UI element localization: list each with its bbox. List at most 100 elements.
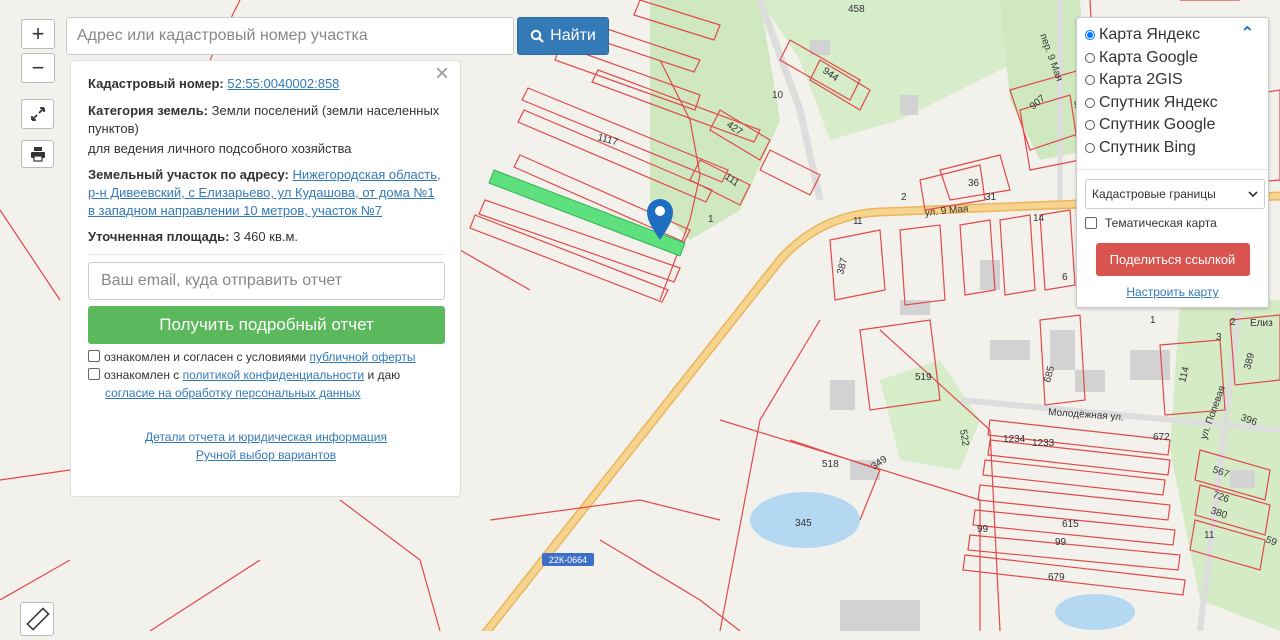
area-label: Уточненная площадь: bbox=[88, 229, 230, 244]
layer-radio[interactable] bbox=[1085, 120, 1095, 131]
thematic-map-label: Тематическая карта bbox=[1105, 216, 1217, 230]
parcel-number: 1 bbox=[708, 214, 714, 225]
offer-consent-row: ознакомлен и согласен с условиями публич… bbox=[88, 348, 444, 366]
privacy-link[interactable]: политикой конфиденциальности bbox=[183, 368, 364, 382]
parcel-number: 3 bbox=[1216, 332, 1222, 343]
details-link[interactable]: Детали отчета и юридическая информация bbox=[145, 430, 387, 444]
layer-option-label: Спутник Яндекс bbox=[1099, 93, 1218, 111]
layer-radio[interactable] bbox=[1085, 52, 1095, 63]
layer-option-label: Карта 2GIS bbox=[1099, 71, 1183, 89]
base-layer-options: Карта Яндекс Карта Google Карта 2GIS Спутни… bbox=[1085, 24, 1260, 159]
offer-text: ознакомлен и согласен с условиями bbox=[104, 350, 307, 364]
layer-option-label: Спутник Bing bbox=[1099, 138, 1196, 156]
layer-radio[interactable] bbox=[1085, 142, 1095, 153]
thematic-map-row: Тематическая карта bbox=[1085, 216, 1260, 230]
share-link-button[interactable]: Поделиться ссылкой bbox=[1095, 243, 1250, 276]
address-label: Земельный участок по адресу: bbox=[88, 167, 289, 182]
category-usage: для ведения личного подсобного хозяйства bbox=[88, 141, 352, 156]
fullscreen-icon bbox=[30, 107, 45, 121]
search-button-label: Найти bbox=[550, 27, 596, 44]
cadastral-number-link[interactable]: 52:55:0040002:858 bbox=[227, 76, 339, 91]
parcel-number: 99 bbox=[1055, 537, 1067, 548]
parcel-number: 679 bbox=[1048, 572, 1065, 583]
offer-checkbox[interactable] bbox=[88, 350, 100, 362]
parcel-number: 387 bbox=[835, 256, 850, 275]
parcel-info-panel: × Кадастровый номер: 52:55:0040002:858 К… bbox=[70, 60, 461, 497]
layer-radio[interactable] bbox=[1085, 97, 1095, 108]
layer-option-label: Спутник Google bbox=[1099, 116, 1216, 134]
configure-map-link[interactable]: Настроить карту bbox=[1085, 285, 1260, 299]
privacy-text: ознакомлен с bbox=[104, 368, 180, 382]
parcel-number: 1 bbox=[1150, 315, 1156, 326]
parcel-number: 2 bbox=[901, 192, 907, 203]
panel-footer-links: Детали отчета и юридическая информация Р… bbox=[88, 428, 444, 464]
layer-option[interactable]: Карта Google bbox=[1085, 47, 1260, 70]
layer-option-label: Карта Google bbox=[1099, 48, 1198, 66]
parcel-number: 99 bbox=[977, 524, 989, 535]
cadastral-label: Кадастровый номер: bbox=[88, 76, 224, 91]
parcel-number: 1 bbox=[853, 216, 859, 227]
parcel-number: 1234 bbox=[1003, 434, 1026, 445]
manual-select-link[interactable]: Ручной выбор вариантов bbox=[196, 448, 336, 462]
parcel-number: 36 bbox=[968, 178, 980, 189]
divider bbox=[1077, 169, 1268, 170]
search-icon bbox=[530, 29, 544, 43]
layer-radio[interactable] bbox=[1085, 75, 1095, 86]
search-button[interactable]: Найти bbox=[517, 17, 609, 55]
parcel-number: 685 bbox=[1042, 364, 1057, 383]
overlay-select[interactable]: Кадастровые границы bbox=[1085, 179, 1265, 209]
parcel-number: 31 bbox=[985, 192, 997, 203]
share-link-label: Поделиться ссылкой bbox=[1109, 252, 1236, 267]
parcel-number: 672 bbox=[1153, 432, 1170, 443]
privacy-consent-row: ознакомлен с политикой конфиденциальност… bbox=[88, 366, 444, 402]
layer-option[interactable]: Карта 2GIS bbox=[1085, 69, 1260, 92]
zoom-in-button[interactable]: + bbox=[21, 19, 55, 49]
thematic-map-checkbox[interactable] bbox=[1085, 217, 1097, 229]
privacy-checkbox[interactable] bbox=[88, 368, 100, 380]
divider bbox=[88, 254, 444, 255]
parcel-number: 345 bbox=[795, 518, 812, 529]
parcel-number: 458 bbox=[848, 4, 865, 15]
parcel-number: 11 bbox=[1204, 530, 1215, 541]
layer-radio[interactable] bbox=[1085, 30, 1095, 41]
pond bbox=[1055, 594, 1135, 630]
parcel-number: 519 bbox=[915, 372, 932, 383]
chevron-up-icon[interactable]: ⌃ bbox=[1241, 23, 1254, 43]
street-label-2: Молодёжная ул. bbox=[1048, 407, 1124, 423]
fullscreen-button[interactable] bbox=[21, 99, 54, 129]
zoom-out-button[interactable]: − bbox=[21, 53, 55, 83]
road-badge-label: 22К-0664 bbox=[549, 555, 587, 565]
parcel-number: 1233 bbox=[1032, 438, 1055, 449]
parcel-number: 6 bbox=[1062, 272, 1068, 283]
get-report-button[interactable]: Получить подробный отчет bbox=[88, 306, 445, 344]
area-value: 3 460 кв.м. bbox=[233, 229, 299, 244]
layer-option[interactable]: Спутник Bing bbox=[1085, 137, 1260, 160]
ruler-icon bbox=[26, 607, 50, 631]
get-report-label: Получить подробный отчет bbox=[159, 315, 374, 334]
category-label: Категория земель: bbox=[88, 103, 209, 118]
print-icon bbox=[30, 147, 45, 162]
chevron-down-icon bbox=[1248, 191, 1258, 198]
search-input[interactable]: Адрес или кадастровый номер участка bbox=[66, 17, 514, 55]
layer-option[interactable]: Спутник Google bbox=[1085, 114, 1260, 137]
parcel-number: 615 bbox=[1062, 519, 1079, 530]
layer-option[interactable]: Спутник Яндекс bbox=[1085, 92, 1260, 115]
close-icon[interactable]: × bbox=[435, 62, 449, 86]
overlay-select-value: Кадастровые границы bbox=[1092, 187, 1216, 201]
edge-street-label: Елиз bbox=[1250, 318, 1273, 329]
parcel-number: 1117 bbox=[596, 132, 619, 148]
layer-option-label: Карта Яндекс bbox=[1099, 26, 1201, 44]
email-field[interactable]: Ваш email, куда отправить отчет bbox=[88, 262, 445, 300]
parcel-number: 10 bbox=[772, 90, 784, 101]
map-layers-panel: ⌃ Карта Яндекс Карта Google Карта 2GIS Спут… bbox=[1076, 17, 1269, 308]
privacy-mid-text: и даю bbox=[367, 368, 401, 382]
layer-option[interactable]: Карта Яндекс bbox=[1085, 24, 1260, 47]
print-button[interactable] bbox=[21, 140, 54, 168]
zoom-out-glyph: − bbox=[31, 55, 45, 80]
email-placeholder: Ваш email, куда отправить отчет bbox=[101, 272, 343, 289]
parcel-number: 2 bbox=[1230, 317, 1236, 328]
parcel-number: 14 bbox=[1033, 213, 1045, 224]
parcel-number: 518 bbox=[822, 459, 839, 470]
personal-data-link[interactable]: согласие на обработку персональных данны… bbox=[105, 386, 361, 400]
offer-link[interactable]: публичной оферты bbox=[309, 350, 415, 364]
